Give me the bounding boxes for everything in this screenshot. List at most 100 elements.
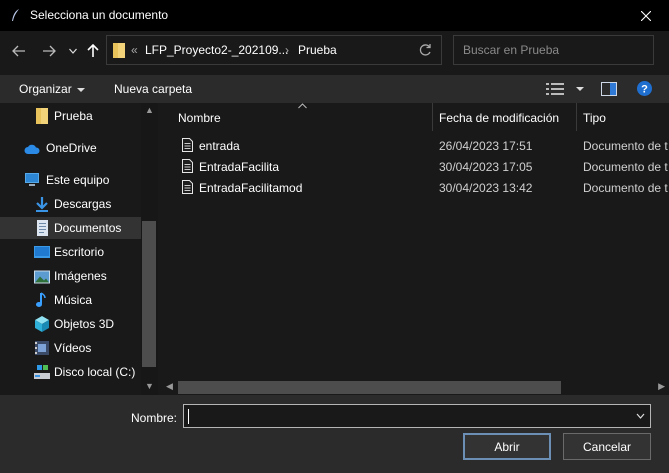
sidebar-item-label: Disco local (C:) — [54, 365, 136, 379]
sidebar-item-label: Imágenes — [54, 269, 107, 283]
breadcrumb-parent[interactable]: LFP_Proyecto2-_202109... — [145, 43, 288, 57]
chevron-down-icon — [69, 48, 77, 54]
scroll-down-icon[interactable]: ▼ — [145, 381, 154, 391]
recent-locations-button[interactable] — [64, 42, 82, 60]
disk-icon — [34, 365, 50, 379]
close-button[interactable] — [623, 0, 669, 31]
forward-button[interactable] — [40, 42, 58, 60]
command-bar: Organizar Nueva carpeta ? — [0, 75, 669, 103]
music-icon — [36, 292, 46, 307]
preview-pane-icon[interactable] — [601, 82, 617, 96]
desktop-icon — [34, 246, 50, 258]
title-bar: Selecciona un documento — [0, 0, 669, 31]
file-date: 30/04/2023 13:42 — [439, 181, 533, 195]
folder-icon — [36, 108, 48, 124]
sidebar-item-label: Objetos 3D — [54, 317, 115, 331]
file-date: 26/04/2023 17:51 — [439, 139, 533, 153]
text-file-icon — [182, 180, 193, 194]
sidebar-item-label: Prueba — [54, 109, 93, 123]
scroll-left-icon[interactable]: ◀ — [166, 381, 173, 392]
help-icon[interactable]: ? — [637, 81, 652, 96]
sidebar-item-label: Escritorio — [54, 245, 105, 259]
sidebar-item-documentos[interactable]: Documentos — [0, 217, 141, 239]
sidebar-scrollbar[interactable]: ▲ ▼ — [141, 103, 158, 395]
file-name: EntradaFacilitamod — [199, 181, 303, 195]
file-type: Documento de t — [583, 181, 668, 195]
window-title: Selecciona un documento — [30, 8, 169, 22]
sidebar-item-musica[interactable]: Música — [0, 289, 141, 311]
sidebar-item-label: Vídeos — [54, 341, 92, 355]
navigation-pane: Prueba OneDrive Este equipo Descargas Do… — [0, 103, 158, 395]
sidebar-item-onedrive[interactable]: OneDrive — [0, 137, 141, 159]
scroll-right-icon[interactable]: ▶ — [658, 381, 665, 392]
dropdown-caret-icon — [76, 87, 85, 92]
scroll-up-icon[interactable]: ▲ — [145, 105, 154, 115]
arrow-right-icon — [43, 45, 56, 57]
organize-label: Organizar — [19, 82, 72, 96]
arrow-left-icon — [12, 45, 25, 57]
column-divider[interactable] — [432, 103, 433, 131]
address-bar[interactable]: « LFP_Proyecto2-_202109... › Prueba — [106, 35, 442, 65]
sidebar-item-label: Este equipo — [46, 173, 110, 187]
back-button[interactable] — [10, 42, 28, 60]
sidebar-item-este-equipo[interactable]: Este equipo — [0, 169, 141, 191]
scrollbar-thumb[interactable] — [178, 381, 561, 394]
chevron-down-icon[interactable] — [636, 410, 645, 422]
sidebar-item-label: Documentos — [54, 221, 122, 235]
sidebar-item-objetos-3d[interactable]: Objetos 3D — [0, 313, 141, 335]
video-icon — [35, 341, 49, 355]
text-cursor — [188, 409, 189, 424]
documents-icon — [37, 220, 48, 236]
refresh-icon[interactable] — [417, 42, 433, 58]
sidebar-item-videos[interactable]: Vídeos — [0, 337, 141, 359]
file-dialog: Selecciona un documento « LFP_Proyecto2-… — [0, 0, 669, 473]
sidebar-item-label: Música — [54, 293, 93, 307]
file-name-label: Nombre: — [131, 411, 178, 425]
folder-icon — [113, 43, 125, 58]
breadcrumb-current[interactable]: Prueba — [298, 43, 337, 57]
cancel-button[interactable]: Cancelar — [563, 433, 651, 460]
column-divider[interactable] — [576, 103, 577, 131]
file-name: entrada — [199, 139, 240, 153]
sidebar-item-imagenes[interactable]: Imágenes — [0, 265, 141, 287]
computer-icon — [25, 173, 39, 186]
chevron-down-icon — [576, 87, 584, 91]
file-type: Documento de t — [583, 139, 668, 153]
organize-button[interactable]: Organizar — [19, 82, 85, 96]
file-list-scrollbar[interactable]: ◀ ▶ — [164, 380, 669, 395]
download-icon — [36, 197, 48, 212]
file-name-input[interactable] — [184, 405, 630, 429]
text-file-icon — [182, 138, 193, 152]
sidebar-item-disco-local[interactable]: Disco local (C:) — [0, 361, 141, 383]
breadcrumb-separator[interactable]: › — [285, 43, 289, 57]
search-box[interactable] — [453, 35, 654, 65]
sidebar-item-descargas[interactable]: Descargas — [0, 193, 141, 215]
arrow-up-icon — [87, 44, 99, 57]
table-row[interactable]: EntradaFacilita 30/04/2023 17:05 Documen… — [158, 156, 669, 177]
search-input[interactable] — [454, 36, 653, 64]
sort-ascending-icon — [298, 103, 307, 109]
open-button[interactable]: Abrir — [463, 433, 551, 460]
cloud-icon — [24, 144, 40, 154]
view-options-button[interactable] — [546, 82, 586, 96]
svg-text:?: ? — [641, 84, 648, 96]
table-row[interactable]: EntradaFacilitamod 30/04/2023 13:42 Docu… — [158, 177, 669, 198]
sidebar-item-escritorio[interactable]: Escritorio — [0, 241, 141, 263]
up-button[interactable] — [84, 42, 102, 60]
overflow-chevron[interactable]: « — [131, 43, 138, 57]
images-icon — [34, 270, 50, 284]
feather-icon — [12, 9, 19, 21]
file-name: EntradaFacilita — [199, 160, 280, 174]
file-type: Documento de t — [583, 160, 668, 174]
new-folder-button[interactable]: Nueva carpeta — [114, 82, 192, 96]
table-row[interactable]: entrada 26/04/2023 17:51 Documento de t — [158, 135, 669, 156]
sidebar-item-label: OneDrive — [46, 141, 97, 155]
details-view-icon — [546, 83, 564, 95]
sidebar-item-prueba[interactable]: Prueba — [0, 105, 141, 127]
cube-icon — [35, 316, 49, 332]
text-file-icon — [182, 159, 193, 173]
file-name-field[interactable] — [183, 404, 651, 429]
sidebar-item-label: Descargas — [54, 197, 112, 211]
file-date: 30/04/2023 17:05 — [439, 160, 533, 174]
scrollbar-thumb[interactable] — [142, 221, 156, 367]
